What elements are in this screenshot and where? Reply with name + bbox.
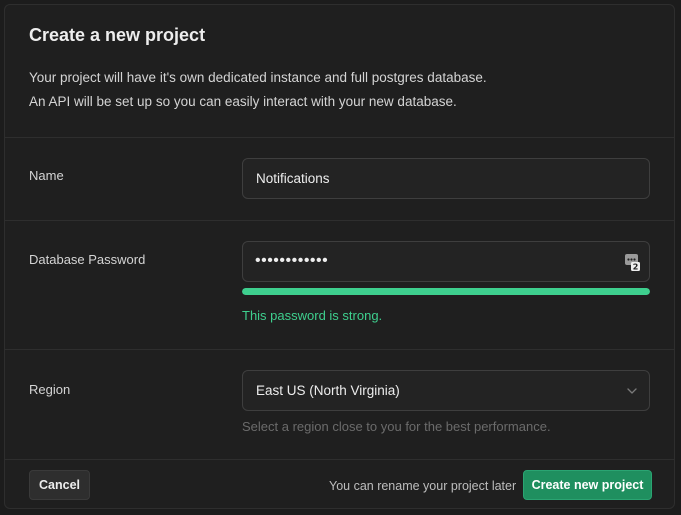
cancel-button[interactable]: Cancel [29, 470, 90, 500]
dialog-title: Create a new project [29, 25, 206, 45]
dialog-description-line-1: Your project will have it's own dedicate… [29, 70, 487, 85]
password-strength-text: This password is strong. [242, 308, 383, 323]
rename-note: You can rename your project later [329, 479, 517, 493]
name-section: Name Notifications [5, 138, 674, 221]
password-section: Database Password •••••••••••• 2 This pa… [5, 221, 674, 350]
region-selected-value: East US (North Virginia) [256, 383, 400, 398]
project-name-input[interactable]: Notifications [242, 158, 650, 199]
svg-text:2: 2 [633, 263, 639, 272]
region-select[interactable]: East US (North Virginia) [242, 370, 650, 411]
name-label: Name [29, 168, 64, 183]
password-manager-icon[interactable]: 2 [624, 253, 640, 272]
region-hint: Select a region close to you for the bes… [242, 419, 551, 434]
dialog-description-line-2: An API will be set up so you can easily … [29, 94, 457, 109]
create-project-dialog: Create a new project Your project will h… [4, 4, 675, 509]
password-masked-value: •••••••••••• [255, 252, 329, 269]
database-password-label: Database Password [29, 252, 146, 267]
dialog-footer: Cancel You can rename your project later… [5, 460, 674, 508]
password-strength-fill [242, 288, 650, 295]
region-label: Region [29, 382, 71, 397]
project-name-value: Notifications [256, 171, 330, 186]
database-password-input[interactable]: •••••••••••• 2 [242, 241, 650, 282]
chevron-down-icon [625, 384, 639, 398]
region-section: Region East US (North Virginia) Select a… [5, 350, 674, 460]
password-strength-bar [242, 288, 650, 295]
create-project-button[interactable]: Create new project [523, 470, 652, 500]
dialog-header: Create a new project Your project will h… [5, 5, 674, 138]
